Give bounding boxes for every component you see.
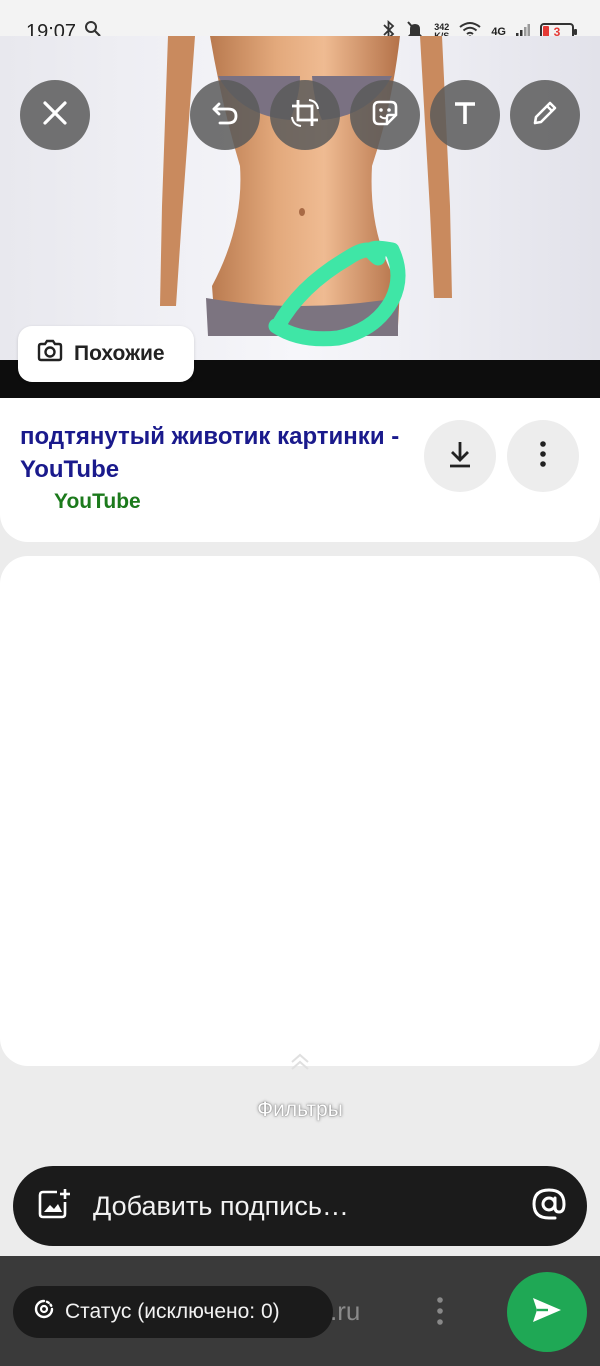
caption-field[interactable]: Добавить подпись… [93,1191,531,1222]
background-more-icon [436,1296,444,1331]
close-icon [42,100,68,131]
filters-label[interactable]: Фильтры [0,1098,600,1122]
text-tool-button[interactable] [430,80,500,150]
more-vertical-icon [539,440,547,473]
background-domain-text: .ru [330,1296,361,1326]
mention-icon[interactable] [531,1186,567,1227]
crop-rotate-button[interactable] [270,80,340,150]
result-title-link[interactable]: подтянутый животик картинки - YouTube [20,420,400,486]
pencil-icon [530,98,560,133]
blank-content-card [0,556,600,1066]
sticker-button[interactable] [350,80,420,150]
similar-images-button[interactable]: Похожие [18,326,194,382]
chevron-up-icon[interactable] [288,1052,312,1072]
similar-label: Похожие [74,342,165,365]
text-icon [451,99,479,132]
draw-button[interactable] [510,80,580,150]
status-ring-icon [33,1298,55,1326]
more-options-button[interactable] [507,420,579,492]
close-button[interactable] [20,80,90,150]
undo-icon [210,98,240,133]
camera-icon [36,339,64,369]
download-icon [446,439,474,474]
caption-input-bar[interactable]: Добавить подпись… [13,1166,587,1246]
crop-rotate-icon [289,97,321,134]
sticker-icon [369,97,401,134]
search-result-card: подтянутый животик картинки - YouTube Yo… [0,398,600,542]
result-source[interactable]: YouTube [54,490,141,514]
add-image-icon[interactable] [37,1188,71,1225]
status-chip-label: Статус (исключено: 0) [65,1300,280,1323]
undo-button[interactable] [190,80,260,150]
send-button[interactable] [507,1272,587,1352]
download-button[interactable] [424,420,496,492]
send-icon [530,1295,564,1330]
status-audience-button[interactable]: Статус (исключено: 0) [13,1286,333,1338]
